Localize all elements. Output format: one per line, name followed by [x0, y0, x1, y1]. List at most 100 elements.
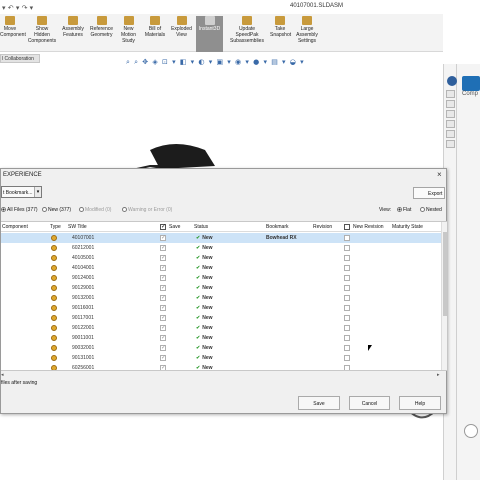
save-checkbox[interactable]: [160, 264, 166, 271]
scroll-right-icon[interactable]: ▸: [437, 372, 440, 378]
col-revision[interactable]: Revision: [313, 224, 332, 230]
filter-new[interactable]: New (377): [42, 207, 71, 213]
table-row[interactable]: 90131001 ✔New: [1, 353, 441, 363]
new-revision-checkbox[interactable]: [344, 335, 350, 341]
table-row[interactable]: 90116001 ✔New: [1, 303, 441, 313]
save-checkbox[interactable]: [160, 314, 166, 321]
filter-modified[interactable]: Modified (0): [79, 207, 111, 213]
table-row[interactable]: 90132001 ✔New: [1, 293, 441, 303]
save-checkbox[interactable]: [160, 284, 166, 291]
ribbon-button-3[interactable]: Reference Geometry: [88, 16, 115, 50]
new-revision-checkbox[interactable]: [344, 245, 350, 251]
save-checkbox[interactable]: [160, 244, 166, 251]
save-checkbox[interactable]: [160, 324, 166, 331]
ribbon-button-0[interactable]: Move Component: [0, 16, 26, 50]
view-flat-label: Flat: [403, 207, 412, 213]
col-component[interactable]: Component: [2, 224, 28, 230]
col-save[interactable]: Save: [169, 224, 180, 230]
table-row[interactable]: 90124001 ✔New: [1, 273, 441, 283]
save-checkbox[interactable]: [160, 354, 166, 361]
cell-status: ✔ New: [196, 345, 212, 351]
files-table[interactable]: Component Type SW Title Save Status Book…: [1, 221, 447, 371]
new-revision-checkbox[interactable]: [344, 365, 350, 370]
view-nested[interactable]: Nested: [420, 207, 442, 213]
cloud-icon[interactable]: [464, 424, 478, 438]
table-row[interactable]: 40105001 ✔New: [1, 253, 441, 263]
after-save-option[interactable]: files after saving: [1, 380, 37, 386]
ribbon-button-8[interactable]: Update SpeedPak Subassemblies: [227, 16, 267, 50]
globe-icon[interactable]: [447, 76, 457, 86]
save-checkbox[interactable]: [160, 274, 166, 281]
ribbon-button-9[interactable]: Take Snapshot: [270, 16, 291, 50]
col-new-revision[interactable]: New Revision: [353, 224, 384, 230]
new-revision-all-checkbox[interactable]: [344, 224, 350, 230]
new-revision-checkbox[interactable]: [344, 275, 350, 281]
ribbon-button-4[interactable]: New Motion Study: [117, 16, 140, 50]
filter-all-files[interactable]: All Files (377): [1, 207, 38, 213]
custom-properties-tab-icon[interactable]: [446, 140, 455, 148]
view-palette-tab-icon[interactable]: [446, 120, 455, 128]
ribbon-button-7[interactable]: Instant3D: [196, 16, 223, 52]
export-button[interactable]: Export: [413, 187, 445, 199]
save-all-checkbox[interactable]: [160, 223, 166, 230]
table-row[interactable]: 40104001 ✔New: [1, 263, 441, 273]
ribbon-button-10[interactable]: Large Assembly Settings: [293, 16, 321, 50]
new-revision-checkbox[interactable]: [344, 285, 350, 291]
ribbon-button-2[interactable]: Assembly Features: [60, 16, 86, 50]
assembly-part-icon: [51, 285, 57, 291]
close-icon[interactable]: ×: [437, 170, 442, 179]
view-toolbar-icons[interactable]: ⌕ ⌕ ✥ ◈ ⊡ ▾ ◧ ▾ ◐ ▾ ▣ ▾ ◉ ▾ ● ▾ ▤ ▾ ◒ ▾: [126, 56, 436, 66]
new-revision-checkbox[interactable]: [344, 305, 350, 311]
col-bookmark[interactable]: Bookmark: [266, 224, 289, 230]
col-status[interactable]: Status: [194, 224, 208, 230]
status-text: New: [202, 265, 213, 271]
new-revision-checkbox[interactable]: [344, 265, 350, 271]
table-row[interactable]: 40107001 ✔New Bowhead RX: [1, 233, 441, 243]
col-sw-title[interactable]: SW Title: [68, 224, 87, 230]
table-row[interactable]: 90129001 ✔New: [1, 283, 441, 293]
new-revision-checkbox[interactable]: [344, 315, 350, 321]
tab-collaboration[interactable]: l Collaboration: [0, 54, 40, 63]
save-checkbox[interactable]: [160, 344, 166, 351]
cancel-button[interactable]: Cancel: [349, 396, 390, 410]
scroll-left-icon[interactable]: ◂: [1, 372, 4, 378]
table-row[interactable]: 90011001 ✔New: [1, 333, 441, 343]
new-revision-checkbox[interactable]: [344, 355, 350, 361]
table-row[interactable]: 60212001 ✔New: [1, 243, 441, 253]
ribbon-button-6[interactable]: Exploded View: [169, 16, 194, 50]
save-checkbox[interactable]: [160, 294, 166, 301]
save-checkbox[interactable]: [160, 334, 166, 341]
vertical-scrollbar[interactable]: [441, 222, 447, 370]
design-library-tab-icon[interactable]: [446, 100, 455, 108]
quick-access-toolbar[interactable]: ▾ ↶ ▾ ↷ ▾: [2, 3, 52, 11]
resources-tab-icon[interactable]: [446, 90, 455, 98]
task-pane-tabs[interactable]: [446, 90, 455, 150]
new-revision-checkbox[interactable]: [344, 295, 350, 301]
help-button[interactable]: Help: [399, 396, 441, 410]
ribbon-button-5[interactable]: Bill of Materials: [143, 16, 167, 50]
save-checkbox[interactable]: [160, 254, 166, 261]
ribbon-button-1[interactable]: Show Hidden Components: [27, 16, 57, 50]
table-row[interactable]: 60256001 ✔New: [1, 363, 441, 370]
chevron-down-icon[interactable]: ▾: [34, 187, 41, 197]
view-flat[interactable]: Flat: [397, 207, 411, 213]
file-explorer-tab-icon[interactable]: [446, 110, 455, 118]
new-revision-checkbox[interactable]: [344, 255, 350, 261]
col-maturity-state[interactable]: Maturity State: [392, 224, 423, 230]
col-type[interactable]: Type: [50, 224, 61, 230]
table-row[interactable]: 90122001 ✔New: [1, 323, 441, 333]
avatar[interactable]: [462, 76, 480, 91]
table-row[interactable]: 90117001 ✔New: [1, 313, 441, 323]
filter-warning[interactable]: Warning or Error (0): [122, 207, 172, 213]
save-checkbox[interactable]: [160, 234, 166, 241]
new-revision-checkbox[interactable]: [344, 345, 350, 351]
appearances-tab-icon[interactable]: [446, 130, 455, 138]
scrollbar-thumb[interactable]: [443, 232, 447, 316]
save-checkbox[interactable]: [160, 364, 166, 370]
save-button[interactable]: Save: [298, 396, 340, 410]
table-row[interactable]: 90032001 ✔New: [1, 343, 441, 353]
save-checkbox[interactable]: [160, 304, 166, 311]
new-revision-checkbox[interactable]: [344, 325, 350, 331]
new-revision-checkbox[interactable]: [344, 235, 350, 241]
heads-up-view-toolbar[interactable]: ⌕ ⌕ ✥ ◈ ⊡ ▾ ◧ ▾ ◐ ▾ ▣ ▾ ◉ ▾ ● ▾ ▤ ▾ ◒ ▾: [126, 56, 436, 66]
